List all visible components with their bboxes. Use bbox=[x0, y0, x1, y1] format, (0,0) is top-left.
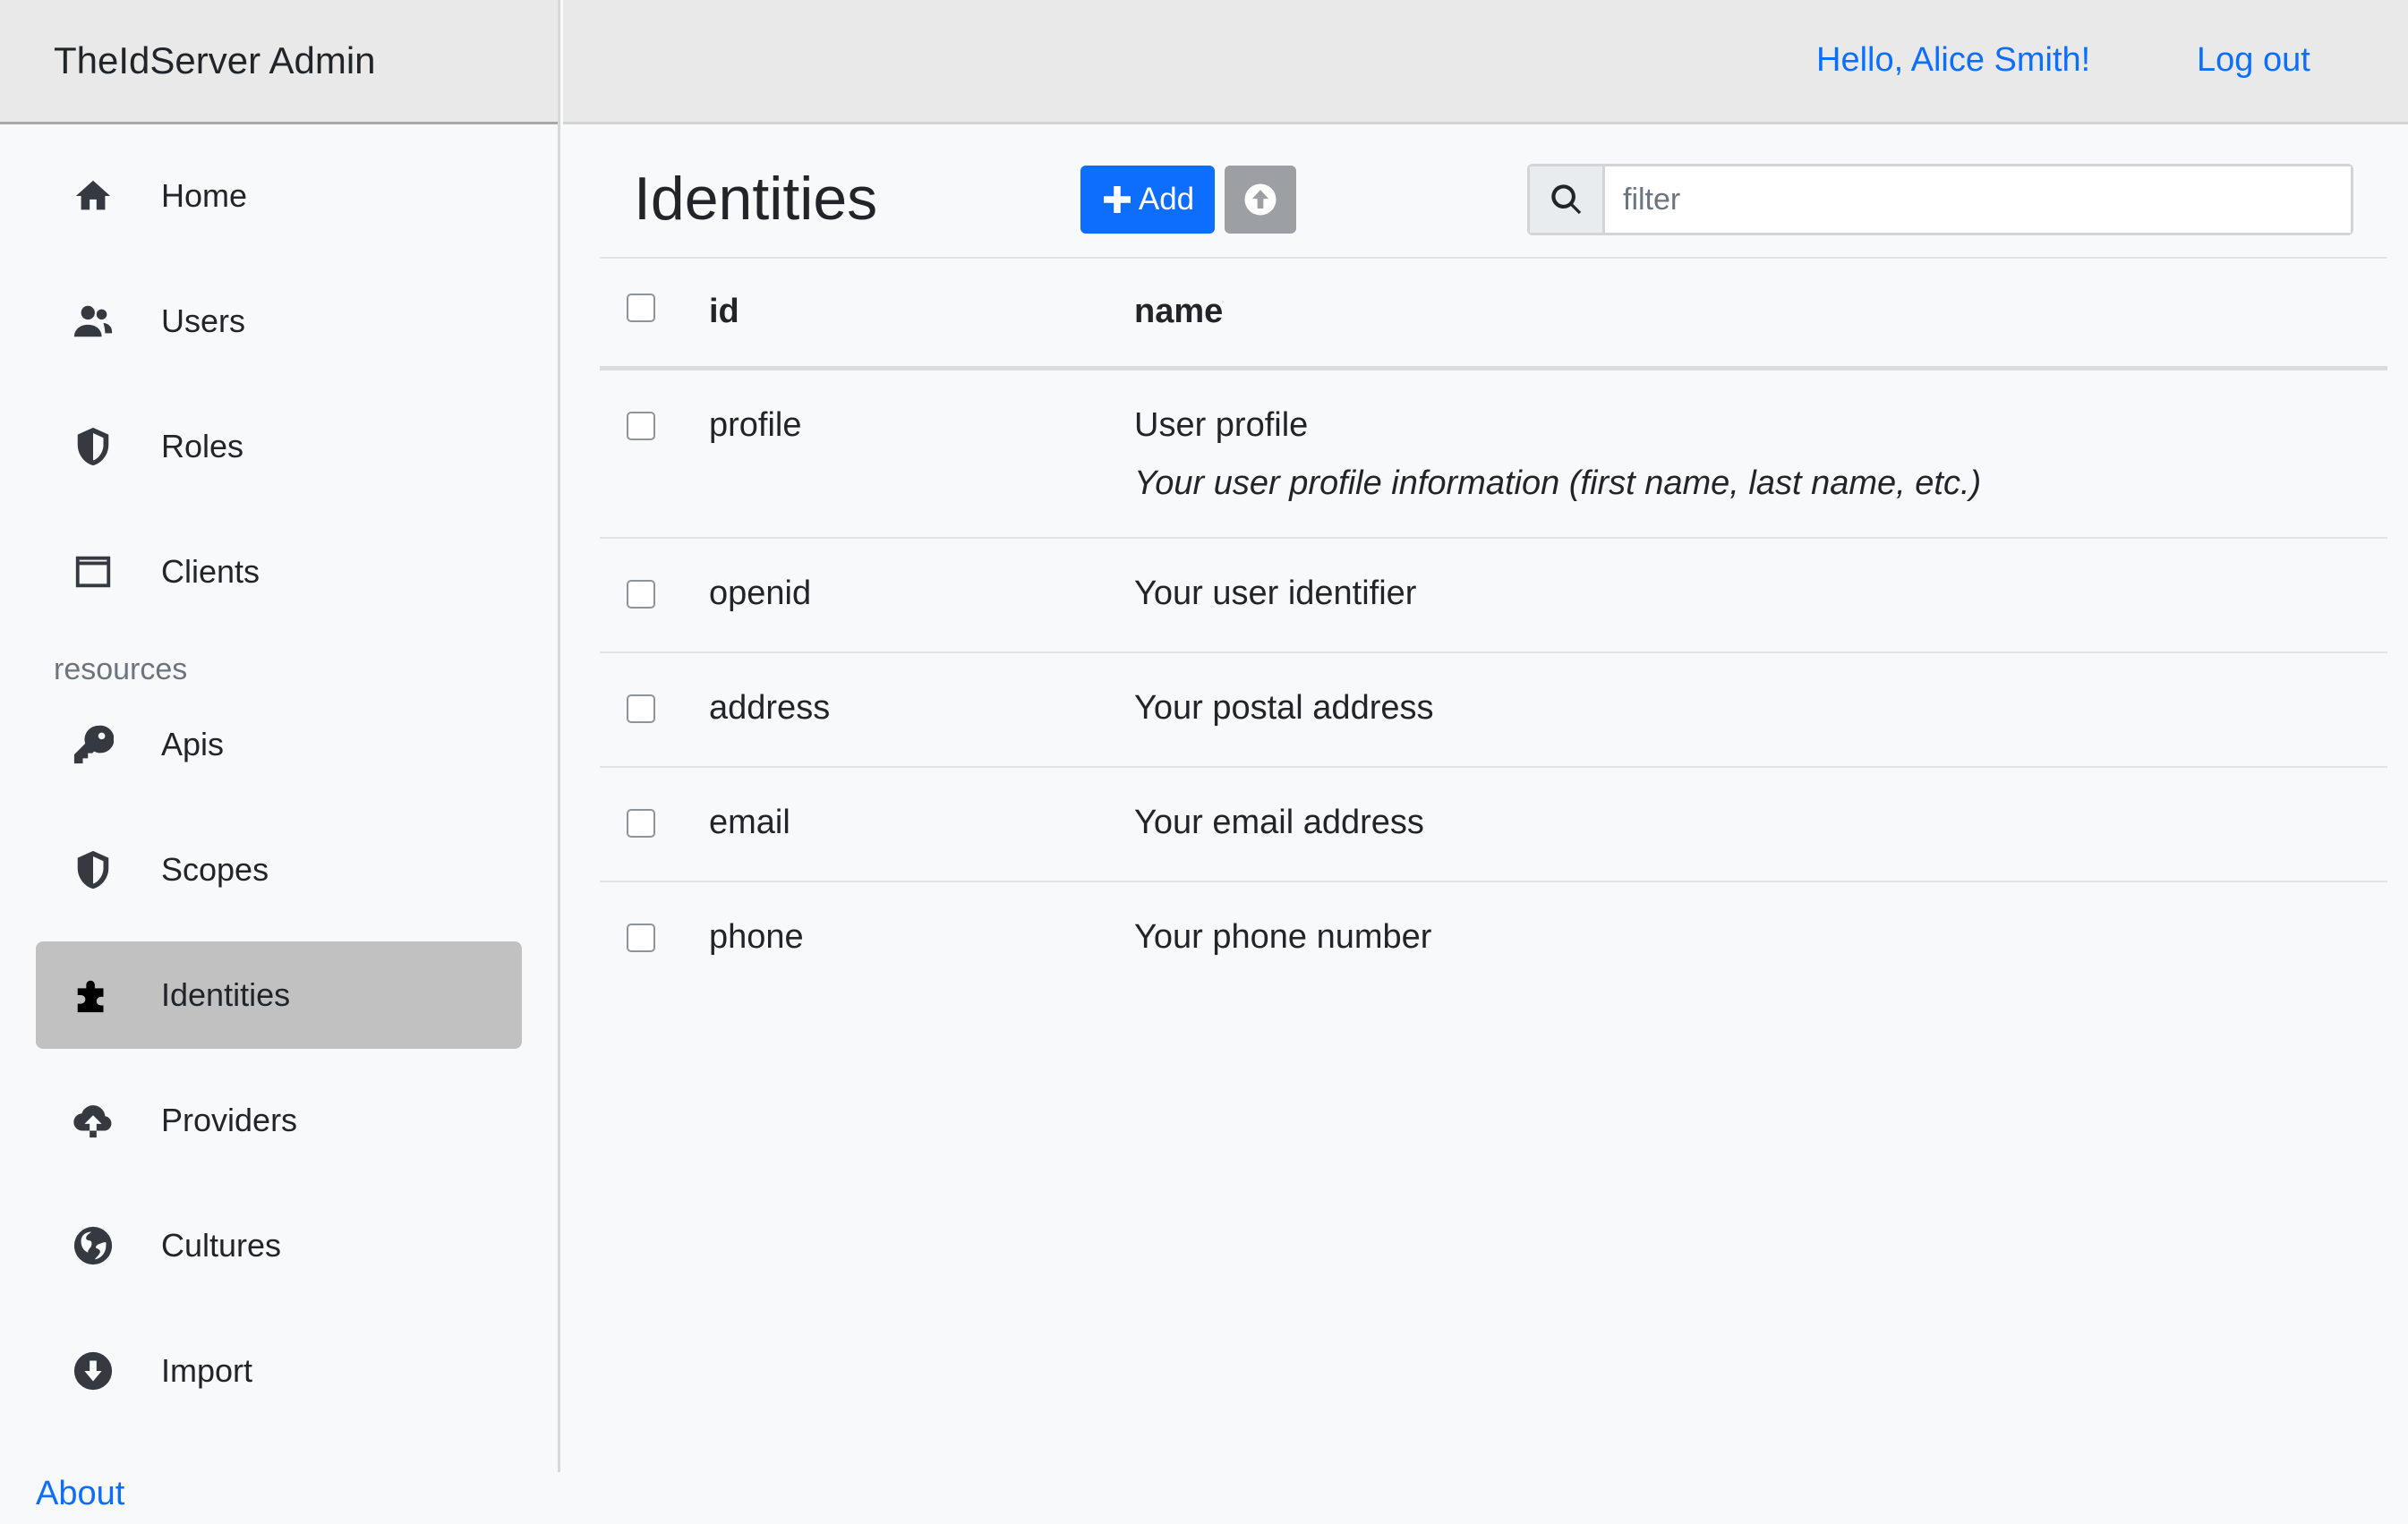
row-id: openid bbox=[709, 574, 812, 612]
home-icon bbox=[70, 173, 116, 219]
globe-icon bbox=[70, 1222, 116, 1269]
row-select-cell bbox=[600, 538, 709, 652]
add-button[interactable]: Add bbox=[1080, 166, 1215, 234]
sidebar-nav: Home Users Roles Clients resources Apis … bbox=[0, 142, 558, 1425]
filter-input[interactable] bbox=[1605, 166, 2351, 233]
table-row[interactable]: profile User profile Your user profile i… bbox=[600, 368, 2387, 538]
row-description: Your user profile information (first nam… bbox=[1134, 464, 1982, 502]
main-content: Identities Add id name profile U bbox=[600, 124, 2387, 995]
page-header: Identities Add bbox=[600, 124, 2387, 259]
row-id: address bbox=[709, 688, 831, 727]
user-greeting-link[interactable]: Hello, Alice Smith! bbox=[1816, 41, 2090, 80]
row-checkbox[interactable] bbox=[627, 923, 655, 952]
sidebar-item-providers[interactable]: Providers bbox=[36, 1067, 522, 1174]
select-all-cell bbox=[600, 259, 709, 368]
sidebar-item-scopes[interactable]: Scopes bbox=[36, 816, 522, 924]
sidebar-item-label: Users bbox=[161, 302, 246, 339]
search-icon bbox=[1530, 166, 1605, 233]
app-title[interactable]: TheIdServer Admin bbox=[0, 0, 558, 124]
row-checkbox[interactable] bbox=[627, 579, 655, 609]
sidebar-item-identities[interactable]: Identities bbox=[36, 941, 522, 1049]
top-bar: Hello, Alice Smith! Log out bbox=[563, 0, 2408, 124]
row-select-cell bbox=[600, 881, 709, 995]
row-id: phone bbox=[709, 917, 804, 956]
puzzle-icon bbox=[70, 972, 116, 1018]
sidebar-item-label: Import bbox=[161, 1352, 253, 1389]
sidebar-item-label: Roles bbox=[161, 428, 244, 464]
row-name: Your user identifier bbox=[1134, 574, 1417, 612]
sidebar-item-roles[interactable]: Roles bbox=[36, 393, 522, 500]
shield-icon bbox=[70, 847, 116, 893]
cloud-upload-icon bbox=[70, 1097, 116, 1144]
row-select-cell bbox=[600, 368, 709, 538]
row-name: Your postal address bbox=[1134, 688, 1434, 727]
row-name: Your phone number bbox=[1134, 917, 1432, 956]
search-box bbox=[1527, 164, 2353, 235]
download-icon bbox=[70, 1348, 116, 1394]
users-icon bbox=[70, 298, 116, 345]
shield-icon bbox=[70, 423, 116, 470]
sidebar-item-label: Scopes bbox=[161, 851, 269, 888]
sidebar-item-home[interactable]: Home bbox=[36, 142, 522, 250]
plus-icon bbox=[1103, 186, 1131, 213]
arrow-up-circle-icon bbox=[1244, 183, 1277, 216]
table-row[interactable]: email Your email address bbox=[600, 767, 2387, 881]
logout-link[interactable]: Log out bbox=[2197, 41, 2310, 80]
about-link[interactable]: About bbox=[36, 1475, 124, 1513]
table-row[interactable]: openid Your user identifier bbox=[600, 538, 2387, 652]
identities-table: id name profile User profile Your user p… bbox=[600, 259, 2387, 995]
column-header-name[interactable]: name bbox=[1134, 259, 2387, 368]
row-select-cell bbox=[600, 767, 709, 881]
sidebar-item-label: Apis bbox=[161, 726, 225, 762]
table-header-row: id name bbox=[600, 259, 2387, 368]
select-all-checkbox[interactable] bbox=[627, 294, 655, 323]
row-id: email bbox=[709, 803, 790, 841]
row-name-cell: User profile Your user profile informati… bbox=[1134, 368, 2387, 538]
row-checkbox[interactable] bbox=[627, 808, 655, 838]
sidebar-item-apis[interactable]: Apis bbox=[36, 691, 522, 798]
window-icon bbox=[70, 549, 116, 595]
sidebar-section-resources: resources bbox=[54, 652, 188, 686]
sidebar-item-label: Cultures bbox=[161, 1227, 282, 1264]
row-checkbox[interactable] bbox=[627, 694, 655, 723]
column-header-id[interactable]: id bbox=[709, 259, 1134, 368]
sidebar-item-label: Providers bbox=[161, 1102, 298, 1138]
table-row[interactable]: phone Your phone number bbox=[600, 881, 2387, 995]
sidebar-item-users[interactable]: Users bbox=[36, 268, 522, 375]
sidebar-item-label: Identities bbox=[161, 976, 291, 1013]
row-checkbox[interactable] bbox=[627, 411, 655, 440]
sidebar-item-label: Home bbox=[161, 177, 248, 214]
sidebar-item-label: Clients bbox=[161, 553, 260, 590]
sidebar-item-clients[interactable]: Clients bbox=[36, 518, 522, 626]
page-title: Identities bbox=[634, 165, 878, 233]
sidebar-item-cultures[interactable]: Cultures bbox=[36, 1192, 522, 1299]
row-id: profile bbox=[709, 405, 802, 444]
add-button-label: Add bbox=[1138, 182, 1195, 217]
sidebar: TheIdServer Admin Home Users Roles Clien… bbox=[0, 0, 560, 1472]
row-name: User profile bbox=[1134, 405, 1309, 444]
key-icon bbox=[70, 721, 116, 768]
sidebar-item-import[interactable]: Import bbox=[36, 1317, 522, 1425]
row-select-cell bbox=[600, 652, 709, 767]
row-name: Your email address bbox=[1134, 803, 1424, 841]
table-row[interactable]: address Your postal address bbox=[600, 652, 2387, 767]
upload-button[interactable] bbox=[1225, 166, 1296, 234]
